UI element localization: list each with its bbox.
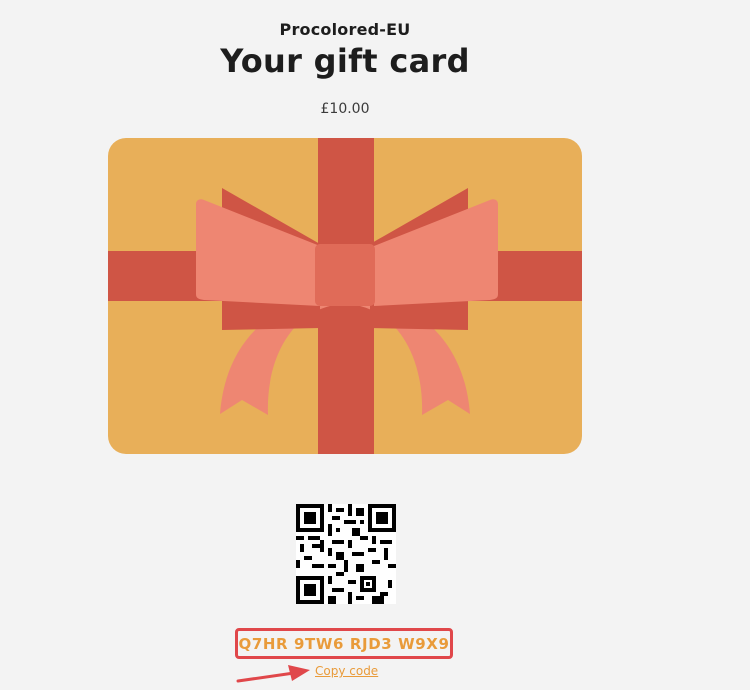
gift-card-amount: £10.00 [320, 101, 370, 117]
bow-knot [315, 244, 375, 306]
red-arrow-icon [236, 665, 310, 683]
qr-code-icon [296, 504, 396, 604]
gift-card-image [108, 138, 582, 454]
page-title: Your gift card [220, 42, 470, 80]
copy-code-link[interactable]: Copy code [315, 664, 378, 678]
gift-card-page: Procolored-EU Your gift card £10.00 Q7HR… [0, 0, 750, 690]
gift-card-code: Q7HR 9TW6 RJD3 W9X9 [235, 628, 453, 659]
shop-name: Procolored-EU [279, 20, 411, 39]
